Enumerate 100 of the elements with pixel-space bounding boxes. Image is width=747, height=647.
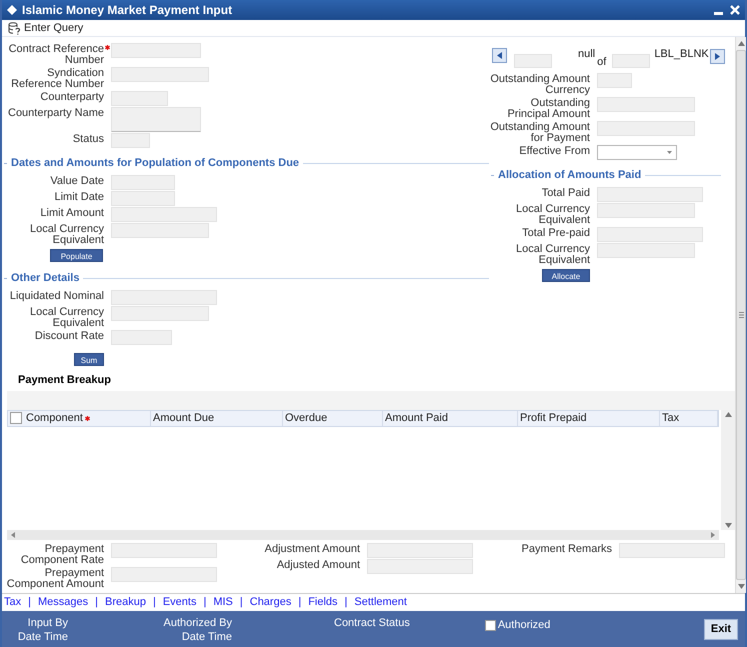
left-arrow-icon [497, 52, 502, 59]
scroll-down-icon[interactable] [724, 523, 732, 528]
column-header[interactable]: Amount Paid [385, 410, 448, 426]
tab-link[interactable]: Breakup [104, 594, 146, 611]
tab-link[interactable]: Charges [250, 594, 292, 611]
diamond-icon [7, 5, 17, 15]
input-field[interactable] [597, 202, 695, 218]
column-header[interactable]: Component [26, 410, 83, 426]
input-field[interactable] [367, 543, 473, 558]
scroll-left-icon[interactable] [11, 532, 15, 538]
input-field[interactable] [597, 186, 703, 202]
input-field[interactable] [111, 43, 201, 58]
field-label: Adjustment Amount [264, 543, 360, 555]
input-field[interactable] [111, 206, 217, 222]
column-header[interactable]: Profit Prepaid [520, 410, 587, 426]
next-button[interactable] [710, 49, 725, 64]
close-icon[interactable] [730, 5, 740, 15]
tab-link[interactable]: MIS [213, 594, 233, 611]
select-all-checkbox[interactable] [10, 412, 22, 424]
authorized-checkbox[interactable] [484, 620, 496, 631]
link-separator: | [152, 595, 156, 610]
field-label: Payment Remarks [520, 543, 612, 555]
tab-link[interactable]: Events [162, 594, 196, 611]
input-field[interactable] [111, 91, 168, 106]
input-field[interactable] [111, 222, 209, 238]
column-header[interactable]: Overdue [285, 410, 328, 426]
field-label: Total Pre-paid [521, 226, 590, 238]
field-label: Limit Amount [39, 206, 104, 218]
field-label: Liquidated Nominal [8, 290, 104, 302]
input-field[interactable] [111, 67, 209, 82]
input-by-label: Input By [28, 616, 68, 630]
tab-link[interactable]: Tax [4, 594, 22, 611]
input-field[interactable] [111, 133, 150, 148]
exit-button[interactable]: Exit [704, 619, 738, 640]
section-title: Payment Breakup [18, 374, 111, 386]
enter-query-button[interactable]: Enter Query [24, 20, 84, 36]
page-label: LBL_BLNK [654, 47, 709, 62]
link-separator: | [203, 595, 206, 610]
input-field[interactable] [111, 306, 209, 320]
field-label: Outstanding Amount Currency [489, 73, 590, 96]
field-label: Effective From [518, 145, 590, 157]
date-time-label: Date Time [18, 630, 68, 644]
scroll-right-icon[interactable] [711, 532, 715, 538]
section-title: Other Details [11, 271, 80, 286]
input-field[interactable] [111, 543, 217, 558]
field-label: Local Currency Equivalent [29, 306, 104, 328]
field-label: Local Currency Equivalent [515, 202, 590, 226]
query-icon[interactable] [8, 22, 21, 34]
column-header[interactable]: Tax [662, 410, 680, 426]
tab-link[interactable]: Fields [308, 594, 338, 611]
column-header[interactable]: Amount Due [153, 410, 214, 426]
field-label: Prepayment Component Amount [6, 567, 104, 590]
scrollbar[interactable] [721, 410, 735, 530]
input-field[interactable] [612, 54, 650, 68]
input-field[interactable] [597, 73, 632, 88]
field-label: Value Date [49, 174, 104, 186]
scroll-up-icon[interactable] [738, 41, 744, 46]
page-label: of [597, 55, 606, 70]
field-label: Status [72, 133, 104, 145]
link-separator: | [95, 595, 98, 610]
action-button[interactable]: Populate [50, 248, 103, 262]
page-label: null [578, 47, 596, 62]
field-label: Limit Date [53, 190, 104, 202]
section-title: Dates and Amounts for Population of Components Due [11, 156, 300, 171]
input-field[interactable] [111, 190, 175, 206]
input-field[interactable] [367, 559, 473, 574]
field-label: Local Currency Equivalent [515, 242, 590, 266]
field-label: Local Currency Equivalent [29, 222, 104, 246]
caret-icon [667, 151, 672, 154]
field-label: Counterparty [39, 91, 104, 103]
scroll-down-icon[interactable] [738, 584, 744, 589]
input-field[interactable] [619, 543, 725, 558]
input-field[interactable] [111, 567, 217, 582]
field-label: Total Paid [540, 186, 590, 198]
previous-button[interactable] [492, 48, 507, 63]
action-button[interactable]: Sum [74, 352, 104, 366]
input-field[interactable] [597, 97, 695, 112]
text-area[interactable] [111, 107, 201, 132]
grip-icon[interactable] [738, 312, 744, 318]
scrollbar[interactable] [7, 530, 719, 540]
input-field[interactable] [597, 226, 703, 242]
dropdown[interactable] [597, 145, 677, 160]
scroll-up-icon[interactable] [724, 412, 732, 416]
action-button[interactable]: Allocate [542, 268, 590, 282]
field-label: Discount Rate [34, 330, 104, 342]
input-field[interactable] [111, 174, 175, 190]
authorized-by-label: Authorized By [164, 616, 232, 630]
section-title: Allocation of Amounts Paid [498, 168, 642, 183]
input-field[interactable] [111, 330, 172, 344]
field-label: Adjusted Amount [276, 559, 360, 571]
input-field[interactable] [514, 54, 552, 68]
input-field[interactable] [597, 242, 695, 258]
link-separator: | [28, 595, 31, 610]
input-field[interactable] [111, 290, 217, 304]
date-time-label: Date Time [182, 630, 232, 644]
tab-link[interactable]: Settlement [354, 594, 407, 611]
right-arrow-icon [714, 53, 720, 60]
tab-link[interactable]: Messages [38, 594, 88, 611]
input-field[interactable] [597, 121, 695, 136]
link-separator: | [344, 595, 348, 610]
